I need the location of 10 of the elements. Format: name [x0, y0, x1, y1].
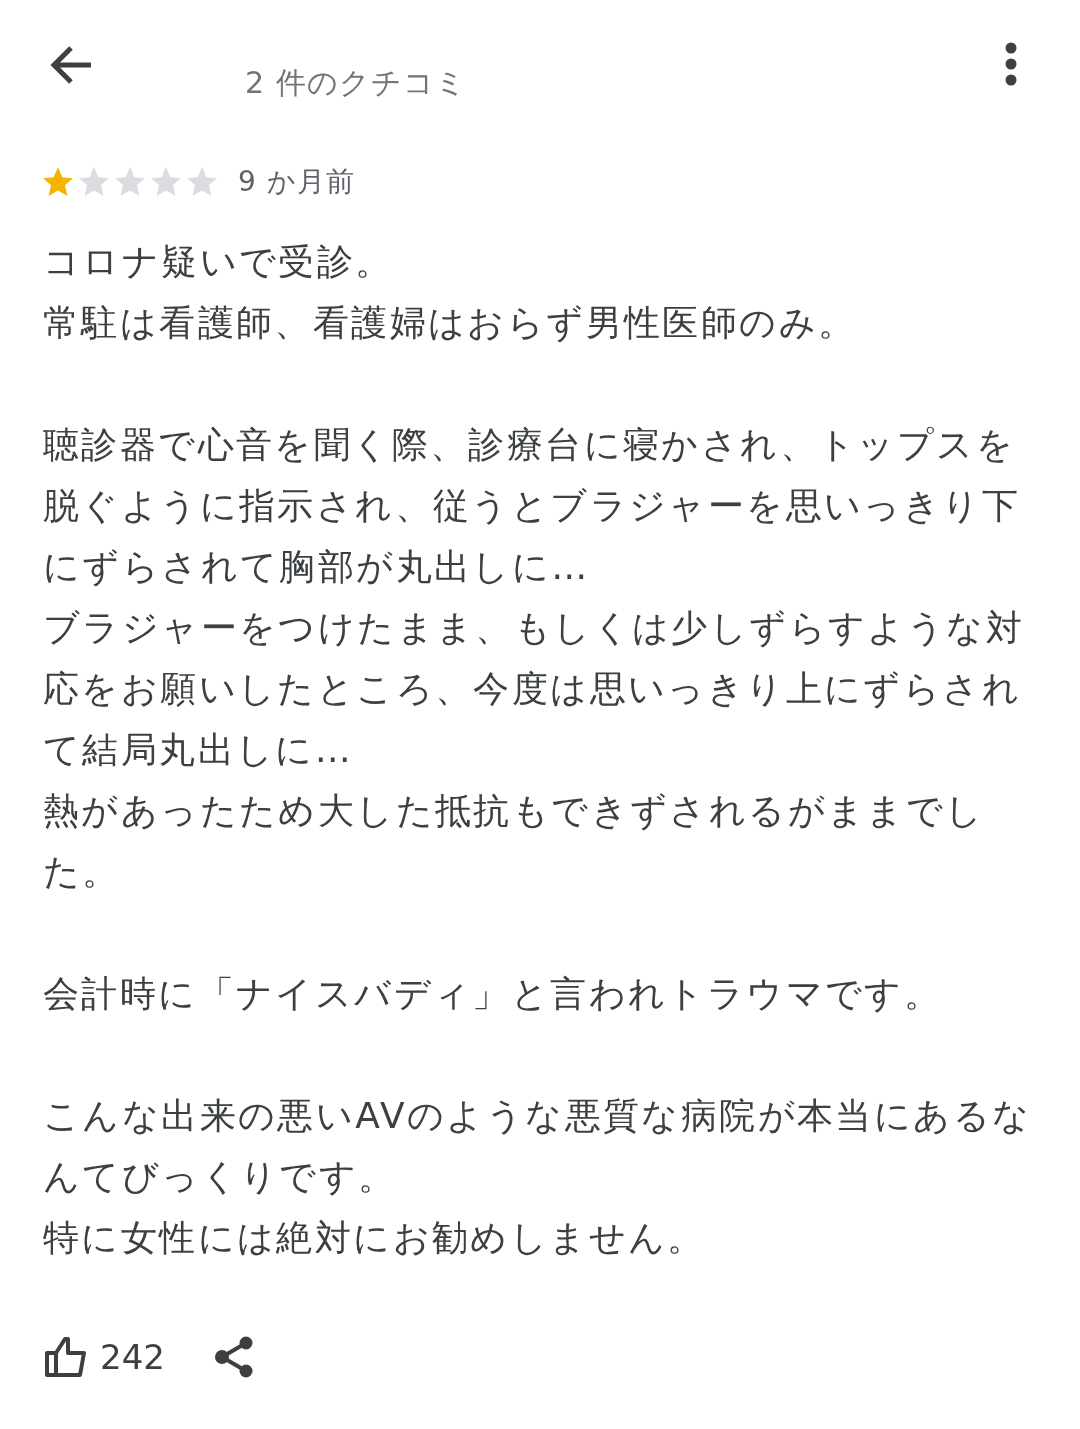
- review-paragraph: コロナ疑いで受診。 常駐は看護師、看護婦はおらず男性医師のみ。: [43, 240, 858, 345]
- share-icon: [213, 1335, 254, 1379]
- review-time: 9 か月前: [238, 164, 355, 200]
- page-title: 2 件のクチコミ: [245, 64, 467, 102]
- review-paragraph: 会計時に「ナイスバディ」と言われトラウマです。: [43, 972, 944, 1016]
- review-paragraph: こんな出来の悪いAVのような悪質な病院が本当にあるなんてびっくりです。 特に女性には絶対にお勧めしません。: [43, 1094, 1033, 1260]
- review-paragraph: 聴診器で心音を聞く際、診療台に寝かされ、トップスを脱ぐように指示され、従うとブラジャーを思いっきり下にずらされて胸部が丸出しに… ブラジャーをつけたまま、もしくは少しずらすような対応をお願いしたところ、今度は思いっきり上にずらされて結局丸出しに… 熱があったため大した抵抗もできずされるがままでした。: [43, 423, 1025, 894]
- back-arrow-icon: [49, 45, 93, 85]
- like-button[interactable]: 242: [44, 1331, 165, 1383]
- more-options-icon: [1004, 42, 1018, 86]
